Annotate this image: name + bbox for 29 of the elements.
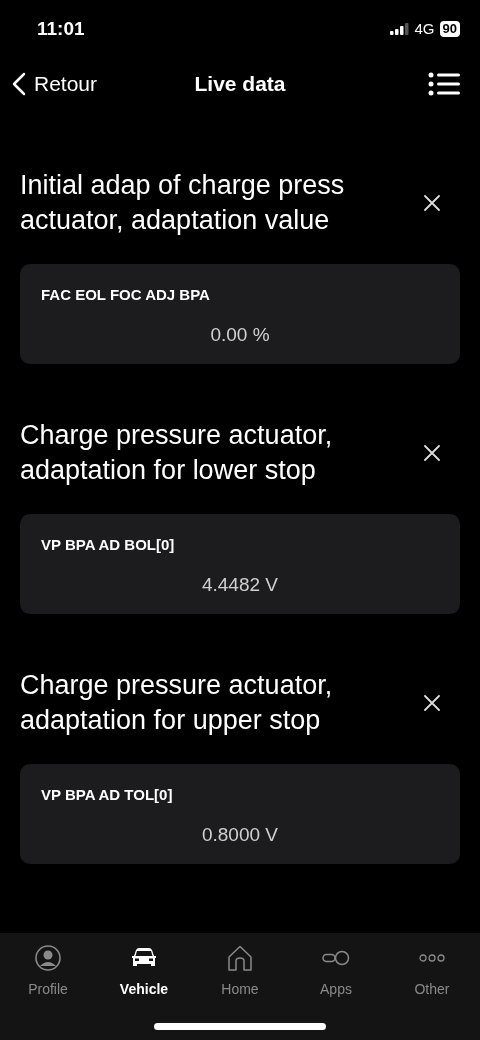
close-icon[interactable] — [424, 695, 440, 711]
parameter-value: 4.4482 V — [201, 572, 279, 597]
close-icon[interactable] — [424, 195, 440, 211]
status-time: 11:01 — [37, 16, 85, 41]
tab-bar-item[interactable]: Apps — [288, 943, 384, 1000]
close-icon[interactable] — [424, 445, 440, 461]
parameter-code: VP BPA AD BOL[0] — [41, 535, 175, 555]
item-title: Initial adap of charge press actuator, adaptation value — [20, 169, 346, 237]
back-button[interactable]: Retour — [12, 68, 98, 100]
tab-bar-item[interactable]: Home — [192, 943, 288, 1000]
signal-icon — [389, 23, 410, 35]
parameter-value: 0.00 % — [210, 322, 270, 347]
battery-level: 90 — [439, 21, 460, 37]
house-icon — [227, 945, 253, 971]
page-title: Live data — [194, 71, 286, 98]
parameter-value: 0.8000 V — [201, 822, 279, 847]
menu-icon[interactable] — [428, 72, 460, 96]
network-label: 4G — [414, 18, 435, 39]
parameter-code: FAC EOL FOC ADJ BPA — [41, 285, 210, 305]
item-title: Charge pressure actuator, adaptation for upper stop — [20, 669, 334, 737]
tab-bar-item[interactable]: Profile — [0, 943, 96, 1000]
more-icon — [419, 953, 445, 963]
tab-bar-item[interactable]: Other — [384, 943, 480, 1000]
tab-bar-item[interactable]: Vehicle — [96, 943, 192, 1000]
person-icon — [35, 945, 61, 971]
item-title: Charge pressure actuator, adaptation for lower stop — [20, 419, 334, 487]
parameter-code: VP BPA AD TOL[0] — [41, 785, 173, 805]
toggle-icon — [322, 950, 350, 966]
chevron-left-icon — [12, 72, 26, 96]
